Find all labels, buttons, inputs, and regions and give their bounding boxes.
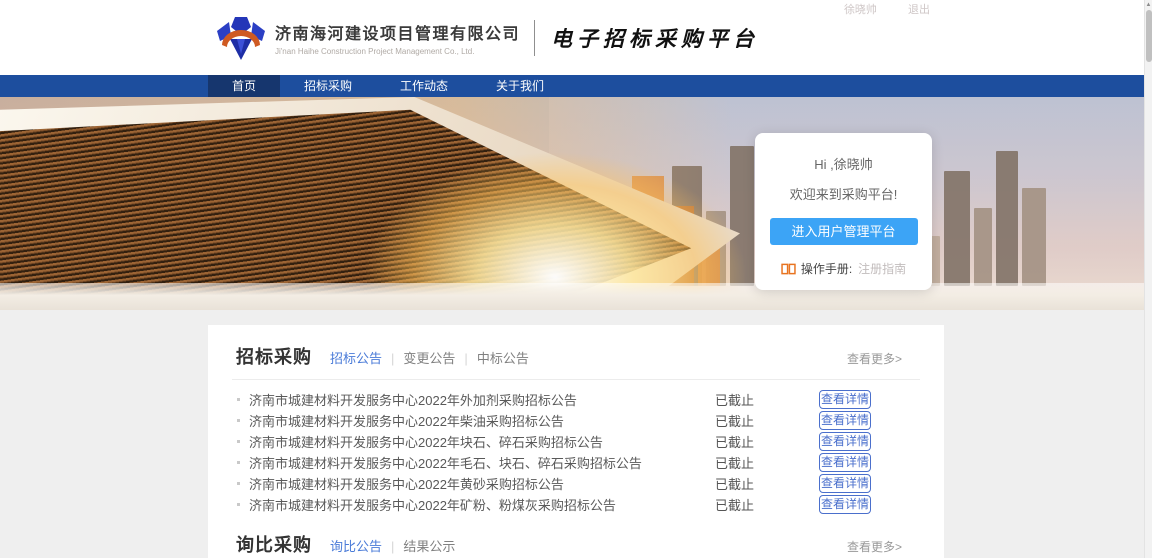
tab-separator: | [464,351,467,366]
section-header: 招标采购 招标公告 | 变更公告 | 中标公告 查看更多> [208,343,944,369]
scroll-up-arrow-icon[interactable]: ▲ [1145,0,1152,10]
announcement-section: 招标采购 招标公告 | 变更公告 | 中标公告 查看更多> 济南市城建材料开发服务中心2… [208,343,944,515]
bullet-icon [237,419,240,422]
announcement-section: 询比采购 询比公告 | 结果公示 查看更多> [208,531,944,558]
sections: 招标采购 招标公告 | 变更公告 | 中标公告 查看更多> 济南市城建材料开发服务中心2… [208,343,944,558]
main-content: 招标采购 招标公告 | 变更公告 | 中标公告 查看更多> 济南市城建材料开发服务中心2… [0,310,1152,558]
nav-item-label: 招标采购 [304,79,352,93]
page: 徐晓帅 退出 济南海河建设项目管理有限公司 Ji'nan Haihe Const… [0,0,1152,558]
section-title: 询比采购 [236,531,312,557]
section-title: 招标采购 [236,343,312,369]
nav-item-label: 关于我们 [496,79,544,93]
skyline-building [1022,188,1046,286]
branding: 济南海河建设项目管理有限公司 Ji'nan Haihe Construction… [215,14,759,62]
company-name-cn: 济南海河建设项目管理有限公司 [275,20,520,44]
manual-label: 操作手册: [801,260,852,277]
company-names: 济南海河建设项目管理有限公司 Ji'nan Haihe Construction… [275,20,520,56]
section-more-link[interactable]: 查看更多> [847,538,902,555]
brand-divider [534,20,535,56]
announcement-status: 已截止 [715,495,819,514]
section-tabs: 招标公告 | 变更公告 | 中标公告 [330,348,529,367]
section-tab[interactable]: 变更公告 [403,351,455,366]
nav-item[interactable]: 工作动态 [376,75,472,97]
welcome-card: Hi ,徐晓帅 欢迎来到采购平台! 进入用户管理平台 操作手册: 注册指南 [755,133,932,290]
vertical-scrollbar[interactable]: ▲ [1144,0,1152,558]
announcement-row: 济南市城建材料开发服务中心2022年黄砂采购招标公告 已截止 查看详情 [208,473,944,494]
platform-title: 电子招标采购平台 [551,23,759,53]
announcement-title[interactable]: 济南市城建材料开发服务中心2022年毛石、块石、碎石采购招标公告 [249,453,715,472]
skyline-building [944,171,970,286]
welcome-text: 欢迎来到采购平台! [755,184,932,203]
view-detail-button[interactable]: 查看详情 [819,411,871,430]
view-detail-button[interactable]: 查看详情 [819,453,871,472]
logout-link[interactable]: 退出 [908,4,930,16]
company-name-en: Ji'nan Haihe Construction Project Manage… [275,47,520,56]
announcement-status: 已截止 [715,453,819,472]
register-guide-link[interactable]: 注册指南 [858,260,906,277]
view-detail-button[interactable]: 查看详情 [819,390,871,409]
nav-item[interactable]: 关于我们 [472,75,568,97]
announcement-row: 济南市城建材料开发服务中心2022年外加剂采购招标公告 已截止 查看详情 [208,389,944,410]
skyline-building [996,151,1018,286]
user-bar: 徐晓帅 退出 [816,1,930,17]
scrollbar-thumb[interactable] [1146,10,1152,62]
tab-separator: | [391,539,394,554]
section-more-link[interactable]: 查看更多> [847,350,902,367]
hero-plaza [0,283,1144,310]
manual-book-icon [781,263,796,275]
announcement-title[interactable]: 济南市城建材料开发服务中心2022年外加剂采购招标公告 [249,390,715,409]
view-detail-button[interactable]: 查看详情 [819,474,871,493]
announcement-status: 已截止 [715,390,819,409]
company-logo-icon [215,14,267,62]
section-rows: 济南市城建材料开发服务中心2022年外加剂采购招标公告 已截止 查看详情 济南市… [208,389,944,515]
announcements-card: 招标采购 招标公告 | 变更公告 | 中标公告 查看更多> 济南市城建材料开发服务中心2… [208,325,944,558]
bullet-icon [237,440,240,443]
announcement-title[interactable]: 济南市城建材料开发服务中心2022年矿粉、粉煤灰采购招标公告 [249,495,715,514]
nav-list: 首页 招标采购 工作动态 关于我们 [208,75,1144,97]
username-link[interactable]: 徐晓帅 [844,4,877,16]
section-tab[interactable]: 中标公告 [477,351,529,366]
bullet-icon [237,461,240,464]
announcement-status: 已截止 [715,432,819,451]
announcement-title[interactable]: 济南市城建材料开发服务中心2022年柴油采购招标公告 [249,411,715,430]
section-tab[interactable]: 招标公告 [330,351,382,366]
announcement-title[interactable]: 济南市城建材料开发服务中心2022年块石、碎石采购招标公告 [249,432,715,451]
hero-banner: Hi ,徐晓帅 欢迎来到采购平台! 进入用户管理平台 操作手册: 注册指南 [0,97,1144,310]
section-tabs: 询比公告 | 结果公示 [330,536,455,555]
announcement-row: 济南市城建材料开发服务中心2022年柴油采购招标公告 已截止 查看详情 [208,410,944,431]
announcement-status: 已截止 [715,411,819,430]
section-divider [232,379,920,380]
nav-item-label: 首页 [232,79,256,93]
bullet-icon [237,398,240,401]
main-nav: 首页 招标采购 工作动态 关于我们 [0,75,1144,97]
tab-separator: | [391,351,394,366]
skyline-building [974,208,992,286]
nav-item[interactable]: 招标采购 [280,75,376,97]
nav-item[interactable]: 首页 [208,75,280,97]
section-header: 询比采购 询比公告 | 结果公示 查看更多> [208,531,944,557]
greeting-text: Hi ,徐晓帅 [755,154,932,173]
manual-row: 操作手册: 注册指南 [755,260,932,277]
announcement-title[interactable]: 济南市城建材料开发服务中心2022年黄砂采购招标公告 [249,474,715,493]
hero-sun-glare [310,117,800,310]
bullet-icon [237,482,240,485]
announcement-row: 济南市城建材料开发服务中心2022年毛石、块石、碎石采购招标公告 已截止 查看详… [208,452,944,473]
section-tab[interactable]: 结果公示 [403,539,455,554]
top-header: 徐晓帅 退出 济南海河建设项目管理有限公司 Ji'nan Haihe Const… [0,0,1152,75]
announcement-row: 济南市城建材料开发服务中心2022年块石、碎石采购招标公告 已截止 查看详情 [208,431,944,452]
bullet-icon [237,503,240,506]
section-tab[interactable]: 询比公告 [330,539,382,554]
nav-item-label: 工作动态 [400,79,448,93]
announcement-row: 济南市城建材料开发服务中心2022年矿粉、粉煤灰采购招标公告 已截止 查看详情 [208,494,944,515]
announcement-status: 已截止 [715,474,819,493]
view-detail-button[interactable]: 查看详情 [819,432,871,451]
enter-platform-button[interactable]: 进入用户管理平台 [770,218,918,245]
view-detail-button[interactable]: 查看详情 [819,495,871,514]
